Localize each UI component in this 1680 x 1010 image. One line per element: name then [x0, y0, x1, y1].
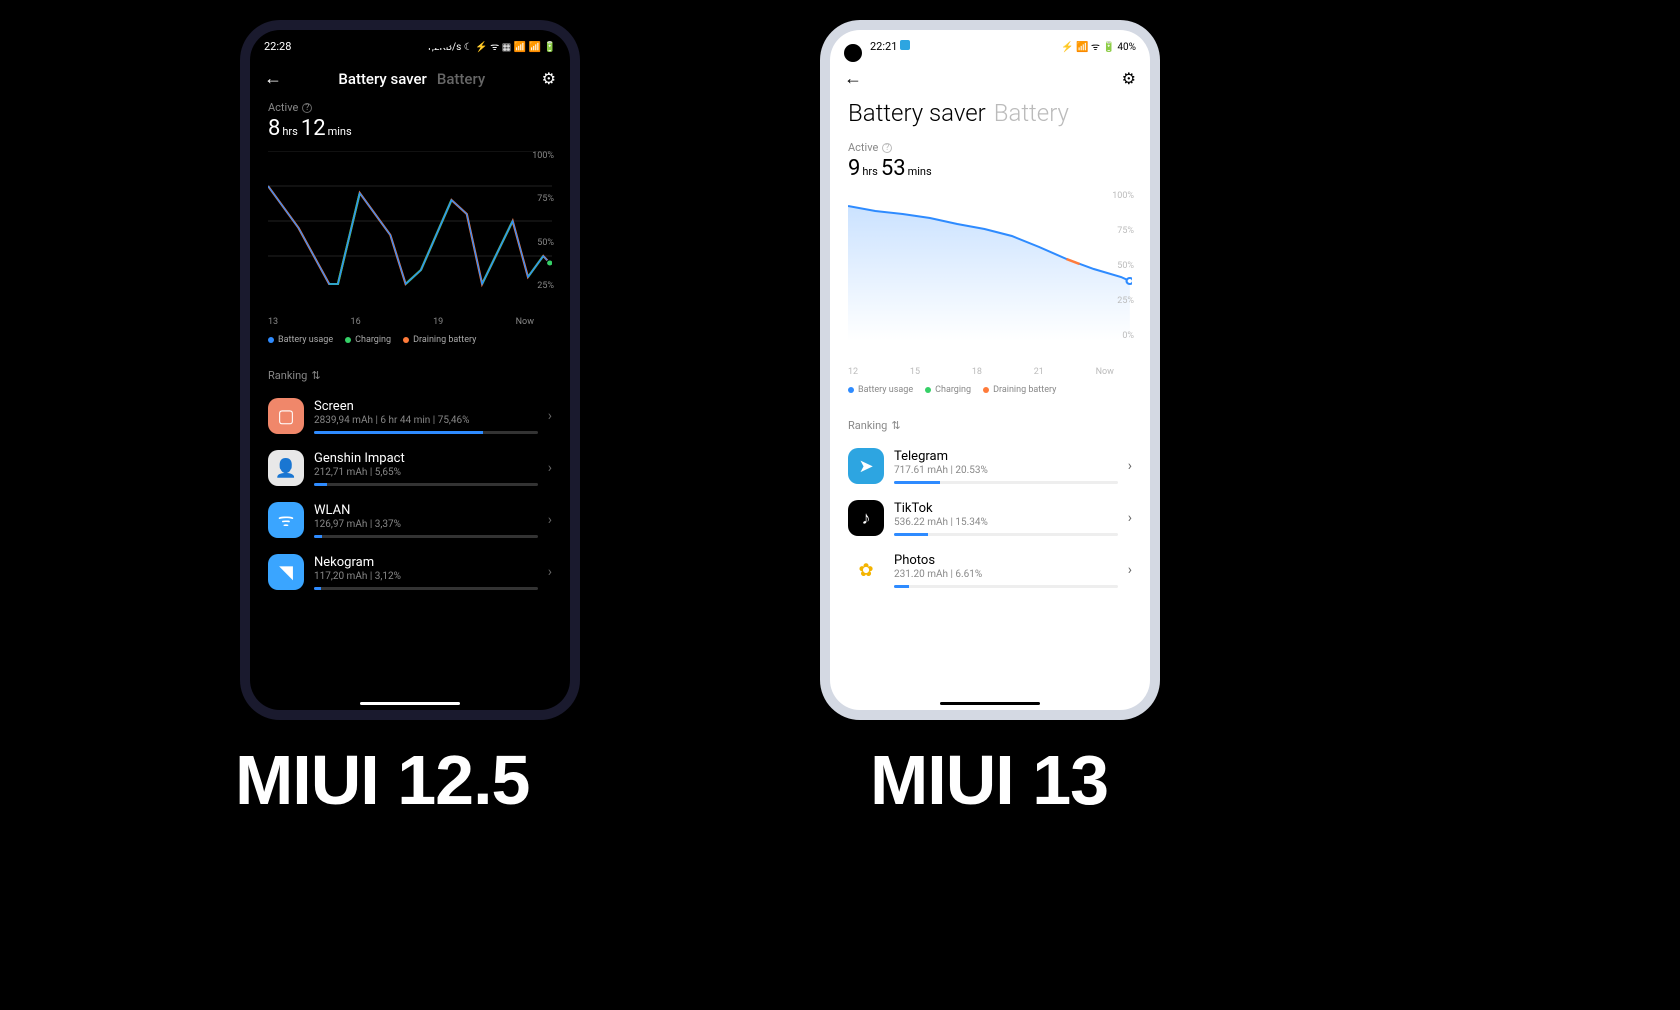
chevron-right-icon: › — [1128, 458, 1132, 474]
app-name: TikTok — [894, 501, 1118, 516]
sort-icon: ⇅ — [311, 369, 320, 382]
battery-chart-light: 100%75%50%25%0% 12151821Now Battery usag… — [830, 183, 1150, 405]
active-time: 9hrs53mins — [848, 156, 1132, 181]
help-icon[interactable]: ? — [882, 143, 892, 153]
app-sub: 536.22 mAh | 15.34% — [894, 517, 1118, 528]
chart-svg — [848, 191, 1132, 341]
caption-right: MIUI 13 — [870, 740, 1108, 820]
app-bar — [314, 587, 538, 590]
back-icon[interactable]: ← — [844, 68, 862, 89]
status-right: ⚡ 📶 ᯤ 🔋 40% — [1061, 39, 1136, 53]
tabs: Battery saver Battery — [830, 95, 1150, 135]
caption-left: MIUI 12.5 — [235, 740, 529, 820]
app-body: Screen2839,94 mAh | 6 hr 44 min | 75,46% — [314, 399, 538, 434]
app-sub: 126,97 mAh | 3,37% — [314, 519, 538, 530]
x-axis-labels: 12151821Now — [848, 365, 1132, 377]
tab-battery-saver[interactable]: Battery saver — [338, 70, 426, 88]
app-bar — [894, 533, 1118, 536]
app-sub: 231.20 mAh | 6.61% — [894, 569, 1118, 580]
chart-legend: Battery usage Charging Draining battery — [848, 377, 1132, 401]
chart-svg — [268, 151, 552, 291]
chevron-right-icon: › — [1128, 510, 1132, 526]
app-bar — [894, 481, 1118, 484]
y-axis-labels: 100%75%50%25%0% — [1112, 191, 1134, 341]
sort-icon: ⇅ — [891, 419, 900, 432]
notch — [365, 30, 455, 48]
ranking-header[interactable]: Ranking⇅ — [830, 405, 1150, 440]
app-icon: ▢ — [268, 398, 304, 434]
battery-chart-dark: 100%75%50%25% 131619Now Battery usage Ch… — [250, 143, 570, 355]
app-row[interactable]: ᯤ WLAN126,97 mAh | 3,37% › — [250, 494, 570, 546]
camera-punch-hole — [844, 44, 862, 62]
header: ← ⚙ — [830, 58, 1150, 95]
app-bar — [314, 483, 538, 486]
app-name: Telegram — [894, 449, 1118, 464]
app-list-light: ➤ Telegram717.61 mAh | 20.53% › ♪ TikTok536.… — [830, 440, 1150, 596]
app-icon: ➤ — [848, 448, 884, 484]
active-block: Active? 8hrs12mins — [250, 95, 570, 143]
status-time: 22:21 — [870, 40, 910, 53]
app-body: TikTok536.22 mAh | 15.34% — [894, 501, 1118, 536]
app-row[interactable]: ➤ Telegram717.61 mAh | 20.53% › — [830, 440, 1150, 492]
app-icon: 👤 — [268, 450, 304, 486]
header: ← Battery saver Battery ⚙ — [250, 58, 570, 95]
screen-light: 22:21 ⚡ 📶 ᯤ 🔋 40% ← ⚙ Battery saverBatte… — [830, 30, 1150, 710]
chevron-right-icon: › — [548, 564, 552, 580]
chart-legend: Battery usage Charging Draining battery — [268, 327, 552, 351]
active-time: 8hrs12mins — [268, 116, 552, 141]
app-name: WLAN — [314, 503, 538, 518]
app-sub: 2839,94 mAh | 6 hr 44 min | 75,46% — [314, 415, 538, 426]
app-name: Screen — [314, 399, 538, 414]
app-bar — [314, 431, 538, 434]
app-row[interactable]: ✿ Photos231.20 mAh | 6.61% › — [830, 544, 1150, 596]
chevron-right-icon: › — [548, 512, 552, 528]
chevron-right-icon: › — [1128, 562, 1132, 578]
app-list-dark: ▢ Screen2839,94 mAh | 6 hr 44 min | 75,46… — [250, 390, 570, 598]
app-sub: 117,20 mAh | 3,12% — [314, 571, 538, 582]
app-name: Nekogram — [314, 555, 538, 570]
gear-icon[interactable]: ⚙ — [542, 69, 556, 88]
phone-miui-12-5: 22:28 1,2KB/s ☾ ⚡ ᯤ ▦ 📶 📶 🔋 ← Battery sa… — [240, 20, 580, 720]
app-row[interactable]: ◥ Nekogram117,20 mAh | 3,12% › — [250, 546, 570, 598]
active-label: Active? — [268, 101, 552, 114]
app-icon: ◥ — [268, 554, 304, 590]
y-axis-labels: 100%75%50%25% — [532, 151, 554, 291]
chevron-right-icon: › — [548, 460, 552, 476]
chevron-right-icon: › — [548, 408, 552, 424]
tab-battery-saver[interactable]: Battery saver — [848, 99, 986, 127]
app-body: Telegram717.61 mAh | 20.53% — [894, 449, 1118, 484]
x-axis-labels: 131619Now — [268, 315, 552, 327]
gear-icon[interactable]: ⚙ — [1122, 69, 1136, 88]
app-name: Photos — [894, 553, 1118, 568]
tabs: Battery saver Battery — [338, 70, 485, 88]
app-bar — [894, 585, 1118, 588]
app-icon: ♪ — [848, 500, 884, 536]
app-icon: ᯤ — [268, 502, 304, 538]
tab-battery[interactable]: Battery — [437, 70, 485, 88]
app-row[interactable]: ▢ Screen2839,94 mAh | 6 hr 44 min | 75,46… — [250, 390, 570, 442]
home-indicator[interactable] — [940, 702, 1040, 705]
status-bar: 22:21 ⚡ 📶 ᯤ 🔋 40% — [830, 30, 1150, 58]
home-indicator[interactable] — [360, 702, 460, 705]
app-body: Genshin Impact212,71 mAh | 5,65% — [314, 451, 538, 486]
app-body: WLAN126,97 mAh | 3,37% — [314, 503, 538, 538]
ranking-header[interactable]: Ranking⇅ — [250, 355, 570, 390]
status-time: 22:28 — [264, 40, 291, 53]
active-label: Active? — [848, 141, 1132, 154]
back-icon[interactable]: ← — [264, 68, 282, 89]
active-block: Active? 9hrs53mins — [830, 135, 1150, 183]
app-body: Photos231.20 mAh | 6.61% — [894, 553, 1118, 588]
app-name: Genshin Impact — [314, 451, 538, 466]
help-icon[interactable]: ? — [302, 103, 312, 113]
tab-battery[interactable]: Battery — [994, 99, 1069, 127]
phone-miui-13: 22:21 ⚡ 📶 ᯤ 🔋 40% ← ⚙ Battery saverBatte… — [820, 20, 1160, 720]
app-row[interactable]: 👤 Genshin Impact212,71 mAh | 5,65% › — [250, 442, 570, 494]
app-icon: ✿ — [848, 552, 884, 588]
app-row[interactable]: ♪ TikTok536.22 mAh | 15.34% › — [830, 492, 1150, 544]
app-bar — [314, 535, 538, 538]
app-body: Nekogram117,20 mAh | 3,12% — [314, 555, 538, 590]
screen-dark: 22:28 1,2KB/s ☾ ⚡ ᯤ ▦ 📶 📶 🔋 ← Battery sa… — [250, 30, 570, 710]
app-sub: 212,71 mAh | 5,65% — [314, 467, 538, 478]
app-sub: 717.61 mAh | 20.53% — [894, 465, 1118, 476]
